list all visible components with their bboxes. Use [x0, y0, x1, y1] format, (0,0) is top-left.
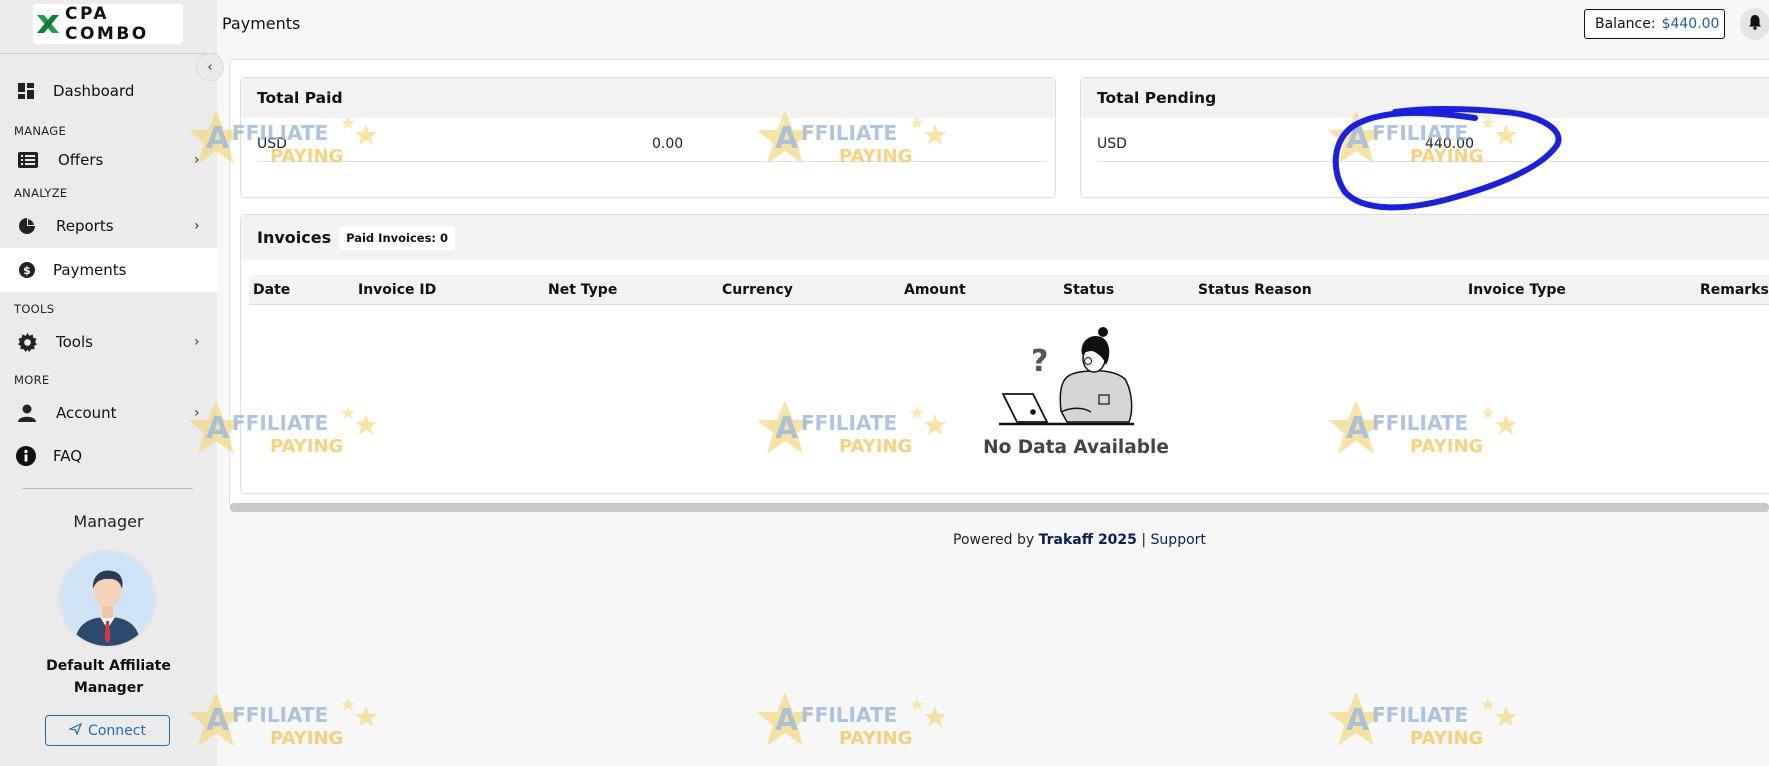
sidebar-item-label: FAQ	[53, 447, 83, 465]
sidebar-top-divider	[0, 53, 217, 54]
svg-text:FFILIATE: FFILIATE	[232, 703, 328, 727]
manager-avatar	[58, 549, 157, 648]
sidebar-item-label: Payments	[53, 261, 127, 279]
paid-invoices-badge: Paid Invoices: 0	[339, 225, 456, 250]
svg-text:$: $	[23, 264, 31, 277]
sidebar-item-tools[interactable]: Tools ›	[0, 320, 217, 364]
svg-text:FFILIATE: FFILIATE	[1372, 703, 1468, 727]
column-header[interactable]: Remarks	[1700, 282, 1769, 298]
balance-label: Balance:	[1595, 16, 1656, 32]
sidebar-item-label: Offers	[58, 151, 104, 169]
powered-by-text: Powered by	[953, 532, 1035, 548]
column-header[interactable]: Invoice ID	[358, 282, 436, 298]
section-label-more: MORE	[14, 373, 50, 387]
chevron-right-icon: ›	[194, 405, 200, 421]
amount-value: 440.00	[1425, 136, 1474, 152]
svg-text:PAYING: PAYING	[839, 728, 912, 749]
page-title: Payments	[222, 14, 301, 33]
sidebar-item-label: Account	[56, 404, 117, 422]
invoices-card: Invoices Paid Invoices: 0 Date Invoice I…	[240, 214, 1769, 494]
invoices-header: Invoices Paid Invoices: 0	[241, 215, 1769, 260]
watermark: A FFILIATE PAYING	[757, 690, 952, 760]
list-icon	[18, 150, 38, 170]
send-icon	[68, 722, 83, 739]
balance-value: $440.00	[1661, 16, 1720, 32]
sidebar-item-label: Tools	[56, 333, 93, 351]
chevron-right-icon: ›	[194, 334, 200, 350]
sidebar-item-account[interactable]: Account ›	[0, 391, 217, 435]
currency-label: USD	[1097, 136, 1127, 152]
svg-text:A: A	[775, 703, 799, 738]
chevron-right-icon: ›	[194, 218, 200, 234]
column-header[interactable]: Invoice Type	[1468, 282, 1566, 298]
info-icon	[16, 446, 36, 466]
column-header[interactable]: Amount	[904, 282, 966, 298]
svg-text:PAYING: PAYING	[1410, 728, 1483, 749]
support-link[interactable]: Support	[1151, 532, 1206, 548]
svg-text:FFILIATE: FFILIATE	[801, 703, 897, 727]
footer-separator: |	[1141, 532, 1147, 548]
no-data-illustration: ?	[999, 327, 1144, 427]
brand-name: CPA COMBO	[65, 4, 149, 44]
sidebar-item-dashboard[interactable]: Dashboard	[0, 69, 217, 113]
watermark: A FFILIATE PAYING	[188, 690, 383, 760]
dashboard-icon	[16, 81, 36, 101]
section-label-manage: MANAGE	[14, 124, 67, 138]
column-header[interactable]: Status Reason	[1198, 282, 1312, 298]
manager-name-line1: Default Affiliate	[46, 658, 171, 674]
manager-title: Manager	[73, 512, 144, 531]
sidebar-item-offers[interactable]: Offers ›	[0, 138, 217, 182]
balance-display[interactable]: Balance: $440.00	[1584, 9, 1725, 39]
chevron-right-icon: ›	[194, 152, 200, 168]
footer: Powered by Trakaff 2025 | Support	[953, 532, 1206, 548]
sidebar-item-label: Reports	[56, 217, 114, 235]
connect-button[interactable]: Connect	[45, 715, 170, 746]
column-header[interactable]: Net Type	[548, 282, 617, 298]
card-title: Total Pending	[1081, 78, 1769, 118]
column-header[interactable]: Date	[253, 282, 290, 298]
svg-text:A: A	[1346, 703, 1370, 738]
user-icon	[17, 403, 37, 423]
section-label-tools: TOOLS	[14, 302, 55, 316]
column-header[interactable]: Status	[1063, 282, 1114, 298]
invoice-table-header: Date Invoice ID Net Type Currency Amount…	[249, 275, 1769, 305]
svg-text:PAYING: PAYING	[270, 728, 343, 749]
total-paid-card: Total Paid USD 0.00	[240, 77, 1056, 198]
sidebar-divider	[22, 488, 193, 489]
sidebar-item-label: Dashboard	[53, 82, 135, 100]
invoices-title: Invoices	[257, 228, 332, 247]
amount-value: 0.00	[652, 136, 684, 152]
horizontal-scrollbar[interactable]	[230, 503, 1769, 512]
pie-chart-icon	[17, 216, 37, 236]
card-row: USD 440.00	[1097, 130, 1769, 162]
manager-name-line2: Manager	[73, 680, 144, 696]
sidebar-item-payments[interactable]: $ Payments	[0, 248, 217, 292]
brand-logo[interactable]: CPA COMBO	[33, 4, 183, 44]
card-row: USD 0.00	[257, 130, 1047, 162]
column-header[interactable]: Currency	[722, 282, 793, 298]
card-title: Total Paid	[241, 78, 1055, 118]
watermark: A FFILIATE PAYING	[1328, 690, 1523, 760]
dollar-icon: $	[17, 260, 37, 280]
svg-text:?: ?	[1031, 344, 1048, 379]
gear-icon	[17, 332, 37, 352]
footer-brand-link[interactable]: Trakaff 2025	[1039, 532, 1137, 548]
section-label-analyze: ANALYZE	[14, 186, 68, 200]
chevron-left-icon: ‹	[207, 59, 213, 75]
currency-label: USD	[257, 136, 287, 152]
total-pending-card: Total Pending USD 440.00	[1080, 77, 1769, 198]
no-data-text: No Data Available	[983, 437, 1169, 458]
notifications-button[interactable]	[1740, 8, 1769, 40]
sidebar: CPA COMBO ‹ Dashboard MANAGE Offers › AN…	[0, 0, 224, 766]
logo-mark-icon	[35, 11, 61, 37]
manager-name: Default Affiliate Manager	[0, 655, 217, 699]
collapse-sidebar-button[interactable]: ‹	[196, 53, 224, 81]
sidebar-item-faq[interactable]: FAQ	[0, 434, 217, 478]
bell-icon	[1748, 14, 1762, 34]
sidebar-item-reports[interactable]: Reports ›	[0, 204, 217, 248]
connect-label: Connect	[88, 722, 146, 739]
